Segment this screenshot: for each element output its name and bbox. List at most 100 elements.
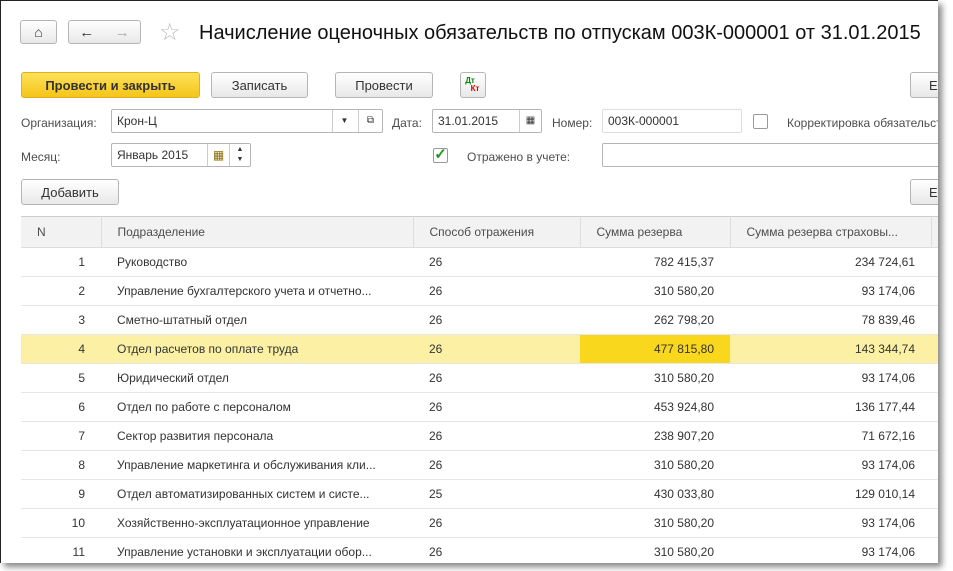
table-cell[interactable]: 8 [21,450,101,480]
table-cell[interactable]: 93 174,06 [730,508,931,538]
calendar-icon[interactable]: ▦ [519,110,541,132]
table-row[interactable]: 8 Управление маркетинга и обслуживания кл… [21,450,938,480]
table-cell[interactable]: 93 174,06 [730,450,931,480]
arrow-right-icon[interactable]: → [115,24,130,41]
table-cell[interactable]: 143 344,74 [730,334,931,364]
table-cell[interactable]: 262 798,20 [580,305,730,335]
table-cell[interactable]: Хозяйственно-эксплуатационное управление [101,508,413,538]
calendar-icon[interactable]: ▦ [207,144,229,166]
table-cell[interactable]: 26 [413,392,580,422]
table-cell[interactable]: 310 580,20 [580,276,730,306]
column-header[interactable]: N [21,216,102,248]
table-cell[interactable]: Отдел автоматизированных систем и систе.… [101,479,413,509]
reflected-checkbox[interactable]: ✓ [433,147,448,163]
table-row[interactable]: 3 Сметно-штатный отдел 26 262 798,20 78 839,… [21,305,938,335]
table-cell[interactable]: Юридический отдел [101,363,413,393]
table-cell[interactable]: Сметно-штатный отдел [101,305,413,335]
table-cell[interactable]: 71 672,16 [730,421,931,451]
dt-kt-button[interactable]: Дт Кт [460,72,486,98]
dropdown-icon[interactable]: ▼ [332,110,356,132]
table-cell[interactable]: 93 174,06 [730,276,931,306]
table-cell[interactable] [931,479,938,509]
table-cell[interactable]: 25 [413,479,580,509]
table-cell[interactable]: 430 033,80 [580,479,730,509]
table-row[interactable]: 6 Отдел по работе с персоналом 26 453 924,8… [21,392,938,422]
table-cell[interactable]: 93 174,06 [730,537,931,563]
table-cell[interactable]: 2 [21,276,101,306]
table-row[interactable]: 1 Руководство 26 782 415,37 234 724,61 [21,247,938,277]
table-cell[interactable]: 26 [413,508,580,538]
arrow-left-icon[interactable]: ← [79,24,94,41]
table-cell[interactable] [931,334,938,364]
table-cell[interactable]: 78 839,46 [730,305,931,335]
table-cell[interactable]: 310 580,20 [580,450,730,480]
table-cell[interactable]: 310 580,20 [580,363,730,393]
column-header[interactable]: Подразделение [101,216,414,248]
column-header[interactable]: Способ отражения [413,216,581,248]
table-cell[interactable] [931,247,938,277]
table-cell[interactable] [931,421,938,451]
table-cell[interactable]: 26 [413,363,580,393]
table-cell[interactable]: Сектор развития персонала [101,421,413,451]
table-cell[interactable]: 238 907,20 [580,421,730,451]
post-and-close-button[interactable]: Провести и закрыть [21,72,200,98]
reflected-field[interactable] [602,143,938,167]
table-cell[interactable]: Руководство [101,247,413,277]
table-cell[interactable]: 6 [21,392,101,422]
column-header[interactable]: Сумма резерва страховы... [730,216,932,248]
open-icon[interactable]: ⧉ [358,110,382,132]
table-cell[interactable] [931,363,938,393]
save-button[interactable]: Записать [211,72,308,98]
table-cell[interactable] [931,276,938,306]
column-header[interactable]: Сумма резерва [580,216,731,248]
table-cell[interactable]: 9 [21,479,101,509]
table-cell[interactable]: 26 [413,421,580,451]
table-more-button[interactable]: Еще [910,179,938,205]
table-cell[interactable]: 11 [21,537,101,563]
table-cell[interactable]: Отдел по работе с персоналом [101,392,413,422]
table-cell[interactable]: 26 [413,537,580,563]
table-cell[interactable] [931,508,938,538]
table-row[interactable]: 2 Управление бухгалтерского учета и отчет… [21,276,938,306]
org-field[interactable]: Крон-Ц ▼ ⧉ [111,109,383,133]
spin-icon[interactable]: ▲ ▼ [229,144,250,166]
table-cell[interactable]: Управление бухгалтерского учета и отчетн… [101,276,413,306]
table-cell[interactable]: 234 724,61 [730,247,931,277]
table-cell[interactable]: 26 [413,247,580,277]
column-header-extra[interactable] [931,216,938,248]
table-cell[interactable]: 26 [413,276,580,306]
table-cell[interactable]: 5 [21,363,101,393]
table-cell[interactable]: 310 580,20 [580,508,730,538]
table-cell[interactable]: Управление установки и эксплуатации обор… [101,537,413,563]
table-cell[interactable]: 1 [21,247,101,277]
table-cell[interactable]: 477 815,80 [580,334,730,364]
table-cell[interactable]: 10 [21,508,101,538]
table-cell[interactable]: 26 [413,450,580,480]
table-cell[interactable]: 3 [21,305,101,335]
table-cell[interactable]: 4 [21,334,101,364]
table-row[interactable]: 10 Хозяйственно-эксплуатационное управлен… [21,508,938,538]
table-cell[interactable]: 26 [413,334,580,364]
table-row[interactable]: 5 Юридический отдел 26 310 580,20 93 174,06 [21,363,938,393]
table-cell[interactable]: Отдел расчетов по оплате труда [101,334,413,364]
correction-checkbox[interactable] [753,114,768,129]
table-row[interactable]: 4 Отдел расчетов по оплате труда 26 477 815… [21,334,938,364]
home-button[interactable]: ⌂ [20,20,57,44]
table-cell[interactable]: 782 415,37 [580,247,730,277]
table-cell[interactable]: 310 580,20 [580,537,730,563]
table-row[interactable]: 7 Сектор развития персонала 26 238 907,20 71… [21,421,938,451]
post-button[interactable]: Провести [335,72,433,98]
table-row[interactable]: 9 Отдел автоматизированных систем и систе… [21,479,938,509]
table-cell[interactable]: Управление маркетинга и обслуживания кли… [101,450,413,480]
table-cell[interactable] [931,450,938,480]
number-field[interactable]: 003К-000001 [602,109,742,133]
month-field[interactable]: Январь 2015 ▦ ▲ ▼ [111,143,251,167]
table-cell[interactable] [931,537,938,563]
table-cell[interactable] [931,392,938,422]
add-button[interactable]: Добавить [21,179,119,205]
table-cell[interactable]: 93 174,06 [730,363,931,393]
table-cell[interactable]: 136 177,44 [730,392,931,422]
date-field[interactable]: 31.01.2015 ▦ [432,109,542,133]
star-icon[interactable]: ☆ [159,18,181,47]
table-cell[interactable]: 453 924,80 [580,392,730,422]
